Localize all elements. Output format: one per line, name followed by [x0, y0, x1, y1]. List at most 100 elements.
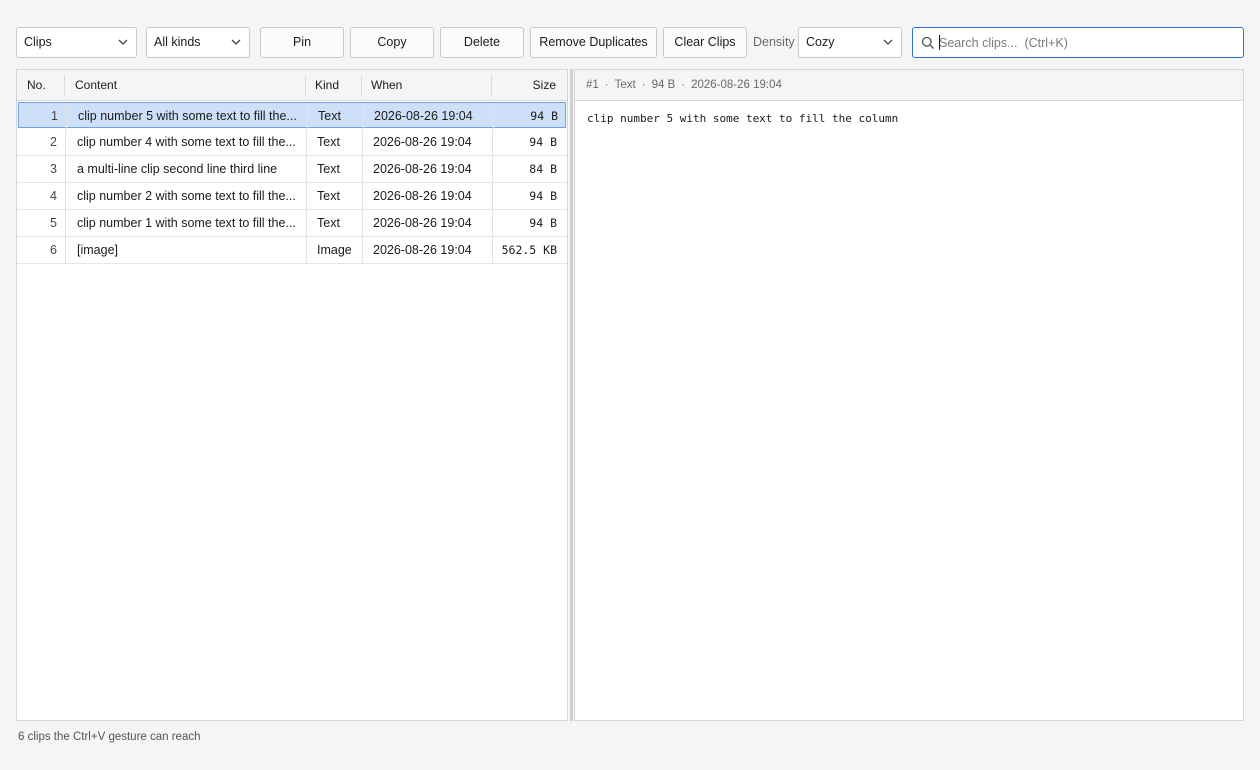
- cell-divider: [492, 129, 493, 155]
- table-row[interactable]: 1 clip number 5 with some text to fill th…: [18, 102, 566, 129]
- cell-no: 3: [50, 162, 57, 176]
- cell-divider: [362, 237, 363, 263]
- column-divider[interactable]: [491, 75, 492, 96]
- search-icon: [921, 36, 934, 49]
- column-divider[interactable]: [64, 75, 65, 96]
- cell-kind: Text: [318, 109, 341, 123]
- pin-button[interactable]: Pin: [260, 27, 344, 58]
- cell-divider: [65, 156, 66, 182]
- cell-divider: [492, 183, 493, 209]
- cell-divider: [362, 210, 363, 236]
- column-header-kind[interactable]: Kind: [315, 70, 360, 101]
- cell-when: 2026-08-26 19:04: [373, 135, 472, 149]
- table-row[interactable]: 2 clip number 4 with some text to fill th…: [17, 129, 567, 156]
- cell-size: 84 B: [529, 162, 557, 176]
- cell-divider: [65, 183, 66, 209]
- cell-divider: [65, 210, 66, 236]
- chevron-down-icon: [118, 39, 128, 45]
- table-row[interactable]: 5 clip number 1 with some text to fill th…: [17, 210, 567, 237]
- cell-divider: [66, 103, 67, 129]
- status-bar-text: 6 clips the Ctrl+V gesture can reach: [18, 731, 201, 743]
- cell-content: clip number 2 with some text to fill the…: [77, 189, 296, 203]
- preview-meta-kind: Text: [614, 79, 636, 91]
- table-row[interactable]: 4 clip number 2 with some text to fill th…: [17, 183, 567, 210]
- cell-when: 2026-08-26 19:04: [373, 189, 472, 203]
- cell-no: 6: [50, 243, 57, 257]
- cell-divider: [307, 103, 308, 129]
- pane-splitter[interactable]: [570, 69, 573, 721]
- cell-content: clip number 4 with some text to fill the…: [77, 135, 296, 149]
- search-box[interactable]: [912, 27, 1244, 58]
- clip-table: No. Content Kind When Size 1 clip number …: [16, 69, 568, 721]
- cell-divider: [492, 237, 493, 263]
- cell-divider: [492, 210, 493, 236]
- cell-divider: [362, 183, 363, 209]
- column-header-size[interactable]: Size: [501, 70, 556, 101]
- preview-meta-when: 2026-08-26 19:04: [691, 79, 782, 91]
- cell-no: 5: [50, 216, 57, 230]
- density-select-value: Cozy: [806, 35, 835, 49]
- cell-divider: [362, 156, 363, 182]
- remove-duplicates-button[interactable]: Remove Duplicates: [530, 27, 657, 58]
- cell-kind: Text: [317, 216, 340, 230]
- density-select[interactable]: Cozy: [798, 27, 902, 58]
- clear-clips-button[interactable]: Clear Clips: [663, 27, 747, 58]
- cell-when: 2026-08-26 19:04: [373, 216, 472, 230]
- table-header: No. Content Kind When Size: [17, 70, 567, 101]
- meta-separator: ·: [641, 79, 646, 91]
- cell-divider: [362, 129, 363, 155]
- cell-content: a multi-line clip second line third line: [77, 162, 278, 176]
- cell-divider: [306, 237, 307, 263]
- column-header-when[interactable]: When: [371, 70, 481, 101]
- preview-meta-id: #1: [586, 79, 599, 91]
- column-header-no[interactable]: No.: [27, 70, 67, 101]
- table-row[interactable]: 6 [image] Image 2026-08-26 19:04 562.5 KB: [17, 237, 567, 264]
- cell-content: clip number 1 with some text to fill the…: [77, 216, 296, 230]
- table-row[interactable]: 3 a multi-line clip second line third lin…: [17, 156, 567, 183]
- meta-separator: ·: [604, 79, 609, 91]
- meta-separator: ·: [681, 79, 686, 91]
- text-caret: [939, 35, 940, 50]
- cell-divider: [65, 237, 66, 263]
- cell-size: 94 B: [530, 109, 558, 123]
- toolbar: Clips All kinds Pin Copy Delete Remove D…: [0, 0, 1260, 70]
- cell-divider: [306, 129, 307, 155]
- cell-no: 1: [51, 109, 58, 123]
- cell-divider: [492, 156, 493, 182]
- cell-no: 4: [50, 189, 57, 203]
- cell-divider: [306, 156, 307, 182]
- cell-kind: Image: [317, 243, 352, 257]
- copy-button[interactable]: Copy: [350, 27, 434, 58]
- cell-content: [image]: [77, 243, 118, 257]
- kind-select-value: All kinds: [154, 35, 201, 49]
- cell-divider: [363, 103, 364, 129]
- search-input[interactable]: [939, 28, 1239, 57]
- view-select-value: Clips: [24, 35, 52, 49]
- cell-size: 94 B: [529, 216, 557, 230]
- cell-no: 2: [50, 135, 57, 149]
- cell-kind: Text: [317, 135, 340, 149]
- cell-kind: Text: [317, 162, 340, 176]
- cell-when: 2026-08-26 19:04: [374, 109, 473, 123]
- cell-size: 562.5 KB: [501, 243, 557, 257]
- column-divider[interactable]: [361, 75, 362, 96]
- density-label: Density: [753, 35, 795, 49]
- column-header-content[interactable]: Content: [75, 70, 295, 101]
- chevron-down-icon: [883, 39, 893, 45]
- column-divider[interactable]: [305, 75, 306, 96]
- cell-divider: [493, 103, 494, 129]
- cell-size: 94 B: [529, 189, 557, 203]
- view-select[interactable]: Clips: [16, 27, 137, 58]
- cell-content: clip number 5 with some text to fill the…: [78, 109, 297, 123]
- delete-button[interactable]: Delete: [440, 27, 524, 58]
- kind-select[interactable]: All kinds: [146, 27, 250, 58]
- preview-content[interactable]: clip number 5 with some text to fill the…: [587, 112, 1227, 125]
- cell-size: 94 B: [529, 135, 557, 149]
- preview-pane: #1 · Text · 94 B · 2026-08-26 19:04 clip numbe…: [574, 69, 1244, 721]
- cell-when: 2026-08-26 19:04: [373, 243, 472, 257]
- chevron-down-icon: [231, 39, 241, 45]
- cell-kind: Text: [317, 189, 340, 203]
- preview-meta-size: 94 B: [651, 79, 676, 91]
- cell-when: 2026-08-26 19:04: [373, 162, 472, 176]
- preview-meta: #1 · Text · 94 B · 2026-08-26 19:04: [575, 70, 1243, 101]
